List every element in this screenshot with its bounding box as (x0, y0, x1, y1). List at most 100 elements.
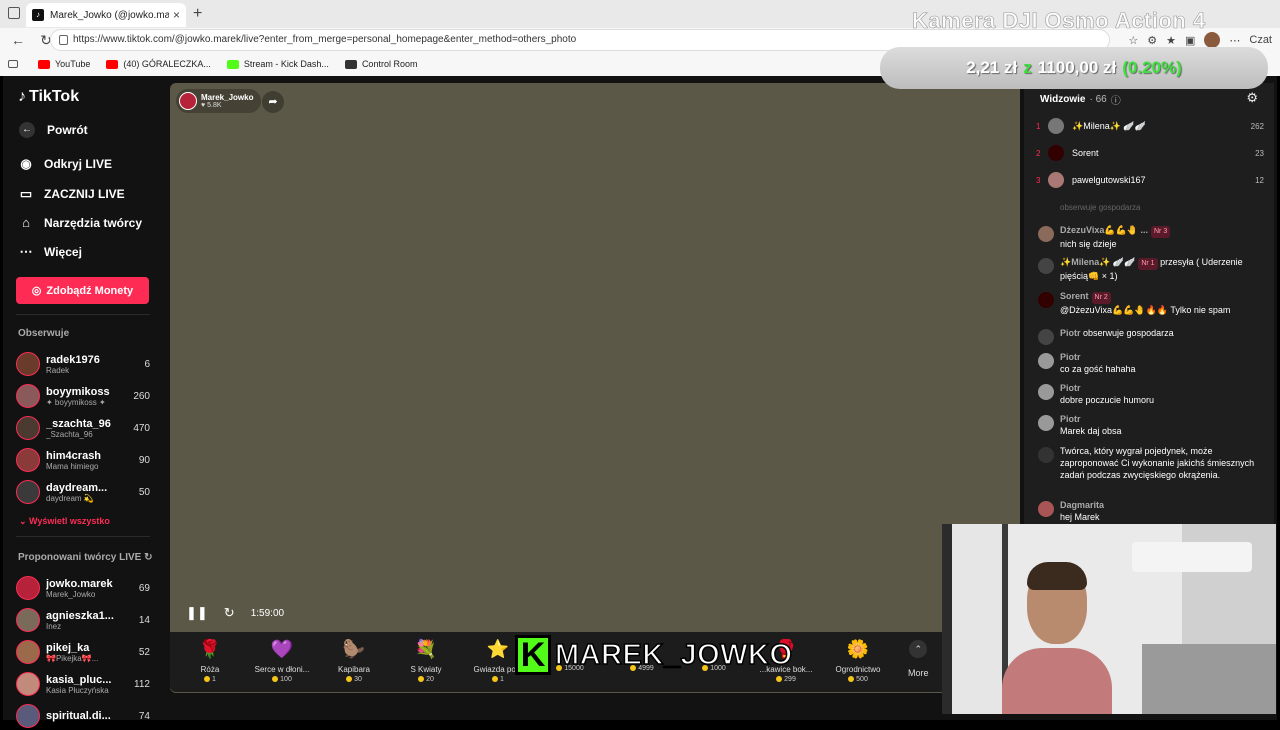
overlay-title: Kamera DJI Osmo Action 4 (912, 8, 1206, 34)
collections-icon[interactable]: ▣ (1185, 34, 1195, 47)
chat-username[interactable]: Dagmarita (1060, 500, 1104, 510)
settings-gear-icon[interactable]: ⚙ (1246, 90, 1258, 106)
more-icon[interactable]: ⋯ (1229, 34, 1240, 47)
chat-username[interactable]: Sorent (1060, 291, 1089, 301)
top-viewer-row[interactable]: 1 ✨Milena✨ 🪽🪽 262 (1036, 117, 1264, 135)
camera-icon: ▭ (19, 186, 33, 201)
streamer-person (1002, 562, 1112, 714)
youtube-icon (38, 59, 50, 69)
suggested-user-row[interactable]: agnieszka1... Inez 14 (16, 606, 150, 634)
back-icon[interactable]: ← (8, 32, 28, 48)
chat-username[interactable]: DżezuVixa💪💪🤚 ... (1060, 225, 1148, 235)
gift-item[interactable]: 💜 Serce w dłoni... 100 (246, 636, 318, 683)
host-likes: ♥ 5.8K (201, 102, 222, 109)
menu-creator-tools[interactable]: ⌂ Narzędzia twórcy (18, 215, 142, 231)
new-tab-icon[interactable]: + (193, 5, 202, 23)
user-subtitle: Inez (46, 621, 62, 631)
viewer-count: 260 (133, 390, 150, 402)
gift-name: Serce w dłoni... (254, 665, 310, 674)
top-viewer-row[interactable]: 2 Sorent 23 (1036, 144, 1264, 162)
suggested-user-row[interactable]: spiritual.di... 74 (16, 702, 150, 730)
more-gifts-button[interactable]: ⌃ More (908, 640, 929, 678)
chat-message: Twórca, który wygrał pojedynek, może zap… (1038, 445, 1264, 481)
suggested-user-row[interactable]: kasia_pluc... Kasia Płuczyńska 112 (16, 670, 150, 698)
chat-avatar (1038, 384, 1054, 400)
bookmarks-icon[interactable] (8, 60, 18, 68)
extensions-icon[interactable]: ⚙ (1147, 34, 1157, 47)
menu-label: Więcej (44, 245, 82, 259)
sofa (1142, 644, 1276, 714)
tiktok-logo[interactable]: ♪ TikTok (18, 88, 79, 106)
show-all-link[interactable]: ⌄ Wyświetl wszystko (19, 516, 110, 527)
window-menu-icon[interactable] (8, 7, 20, 19)
menu-discover-live[interactable]: ◉ Odkryj LIVE (18, 156, 112, 172)
share-icon[interactable]: ➦ (262, 91, 284, 113)
bookmark-item[interactable]: Control Room (344, 59, 417, 69)
suggested-user-row[interactable]: pikej_ka 🎀Pikejka🎀... 52 (16, 638, 150, 666)
gift-cost: 1 (462, 676, 534, 683)
host-badge[interactable]: Marek_Jowko ♥ 5.8K (176, 89, 262, 113)
chat-text: Marek daj obsa (1060, 426, 1122, 436)
gift-item[interactable]: 🌹 Róża 1 (174, 636, 246, 683)
more-label: More (908, 668, 929, 678)
viewer-avatar (1048, 145, 1064, 161)
divider (16, 536, 150, 537)
streamer-name: MAREK_JOWKO (554, 638, 793, 672)
refresh-icon[interactable]: ↻ (144, 552, 152, 563)
gift-item[interactable]: 🦫 Kapibara 30 (318, 636, 390, 683)
menu-start-live[interactable]: ▭ ZACZNIJ LIVE (18, 186, 125, 202)
webcam-overlay (942, 524, 1276, 714)
following-user-row[interactable]: daydream... daydream 💫 50 (16, 478, 150, 506)
bookmark-item[interactable]: (40) GÓRALECZKA... (106, 59, 211, 69)
gift-cost: 100 (246, 676, 318, 683)
following-user-row[interactable]: boyymikoss ✦ boyymikoss ✦ 260 (16, 382, 150, 410)
info-icon[interactable]: ⓘ (1111, 92, 1121, 107)
top-viewer-row[interactable]: 3 pawelgutowski167 12 (1036, 171, 1264, 189)
close-tab-icon[interactable]: × (173, 8, 180, 22)
price-to: 1100,00 zł (1037, 58, 1117, 77)
bookmark-item[interactable]: Stream - Kick Dash... (226, 59, 329, 69)
user-avatar (16, 448, 40, 472)
chat-username[interactable]: Piotr (1060, 414, 1081, 424)
gift-cost: 30 (318, 676, 390, 683)
viewers-header[interactable]: Widzowie · 66 ⓘ (1040, 92, 1121, 107)
user-avatar (16, 640, 40, 664)
following-user-row[interactable]: him4crash Mama himiego 90 (16, 446, 150, 474)
browser-tab[interactable]: ♪ Marek_Jowko (@jowko.marek) pro × (26, 3, 186, 27)
stream-time: 1:59:00 (250, 607, 285, 619)
favorites-icon[interactable]: ★ (1166, 34, 1176, 47)
menu-more[interactable]: ⋯ Więcej (18, 244, 82, 260)
viewers-label: Widzowie (1040, 94, 1086, 105)
chat-username[interactable]: Piotr (1060, 383, 1081, 393)
bookmark-item[interactable]: YouTube (38, 59, 90, 69)
chat-text: dobre poczucie humoru (1060, 395, 1155, 405)
following-user-row[interactable]: radek1976 Radek 6 (16, 350, 150, 378)
suggested-user-row[interactable]: jowko.marek Marek_Jowko 69 (16, 574, 150, 602)
get-coins-button[interactable]: ◎ Zdobądź Monety (16, 277, 149, 304)
pause-icon[interactable]: ❚❚ (186, 605, 208, 621)
profile-avatar[interactable] (1204, 32, 1221, 48)
gift-cost: 1 (174, 676, 246, 683)
following-user-row[interactable]: _szachta_96 _Szachta_96 470 (16, 414, 150, 442)
chat-username[interactable]: Piotr (1060, 328, 1081, 338)
kick-logo-icon: K (515, 635, 551, 675)
suggested-title: Proponowani twórcy LIVE ↻ (18, 552, 153, 563)
chat-username[interactable]: ✨Milena✨ 🪽🪽 (1060, 257, 1135, 267)
viewer-avatar (1048, 118, 1064, 134)
star-icon[interactable]: ☆ (1128, 34, 1138, 47)
gift-item[interactable]: 🌼 Ogrodnictwo 500 (822, 636, 894, 683)
chat-text: @DżezuVixa💪💪🤚🔥🔥 Tylko nie spam (1060, 305, 1231, 315)
tab-title: Marek_Jowko (@jowko.marek) pro (50, 9, 169, 21)
back-button[interactable]: ← Powrót (19, 122, 88, 138)
browser-toolbar: ☆ ⚙ ★ ▣ ⋯ Czat (1128, 32, 1272, 48)
user-subtitle: ✦ boyymikoss ✦ (46, 397, 106, 407)
gift-item[interactable]: 💐 S Kwiaty 20 (390, 636, 462, 683)
viewer-name: ✨Milena✨ 🪽🪽 (1072, 120, 1146, 131)
copilot-label[interactable]: Czat (1249, 34, 1272, 46)
viewer-rank: 1 (1036, 121, 1041, 131)
user-name: spiritual.di... (46, 710, 111, 722)
live-video[interactable]: Marek_Jowko ♥ 5.8K ➦ ❚❚ ↻ 1:59:00 (170, 83, 1020, 693)
chat-avatar (1038, 353, 1054, 369)
reload-icon[interactable]: ↻ (224, 605, 235, 621)
chat-username[interactable]: Piotr (1060, 352, 1081, 362)
